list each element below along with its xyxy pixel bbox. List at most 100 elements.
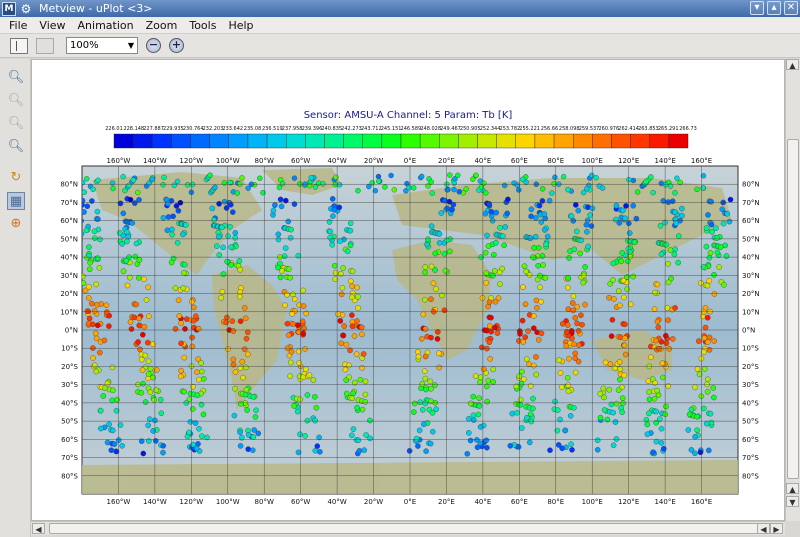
- scatter-point: [346, 362, 352, 369]
- scatter-point: [721, 282, 727, 288]
- scroll-right-icon[interactable]: ▶: [770, 523, 783, 534]
- scatter-point: [663, 340, 670, 346]
- scatter-point: [585, 243, 591, 250]
- colorbar-label: 235.08: [244, 126, 262, 132]
- scatter-point: [281, 253, 288, 259]
- gear-icon[interactable]: ⚙: [19, 2, 33, 16]
- scatter-point: [478, 184, 485, 190]
- scatter-point: [608, 333, 615, 339]
- scroll-up-icon-lower[interactable]: ▲: [786, 483, 799, 494]
- scatter-point: [173, 203, 180, 209]
- minimize-icon[interactable]: ▾: [750, 1, 764, 15]
- scatter-point: [347, 220, 354, 226]
- zoom-in-tool-icon[interactable]: 🔍︎: [7, 92, 25, 110]
- scatter-point: [565, 382, 572, 388]
- close-icon[interactable]: ✕: [784, 1, 798, 15]
- y-tick-label: 60°S: [61, 436, 78, 444]
- scatter-point: [128, 326, 135, 332]
- scroll-down-icon[interactable]: ▼: [786, 496, 799, 507]
- scatter-point: [703, 243, 710, 250]
- y-tick-label: 80°N: [60, 181, 78, 189]
- colorbar-swatch: [400, 133, 421, 149]
- scatter-point: [616, 359, 623, 365]
- scatter-point: [421, 421, 427, 428]
- vertical-scrollbar[interactable]: ▲ ▲ ▼: [785, 59, 800, 521]
- menu-animation[interactable]: Animation: [72, 19, 140, 32]
- horizontal-scroll-thumb[interactable]: [49, 523, 763, 534]
- scatter-point: [178, 367, 184, 374]
- scatter-point: [479, 295, 486, 301]
- scatter-point: [127, 319, 134, 325]
- scatter-point: [216, 252, 223, 258]
- zoom-out-icon[interactable]: −: [146, 38, 161, 53]
- menu-help[interactable]: Help: [222, 19, 259, 32]
- metview-app-icon[interactable]: M: [2, 1, 16, 16]
- vertical-scroll-thumb[interactable]: [787, 139, 799, 479]
- scatter-point: [568, 213, 575, 219]
- scatter-point: [522, 334, 528, 340]
- plot-canvas[interactable]: Sensor: AMSU-A Channel: 5 Param: Tb [K] …: [31, 59, 785, 521]
- x-tick-label-top: 140°W: [143, 157, 167, 165]
- scatter-point: [349, 323, 356, 329]
- globe-icon[interactable]: ⊕: [7, 215, 25, 233]
- scatter-point: [245, 432, 252, 438]
- scatter-point: [601, 407, 608, 413]
- scatter-point: [291, 403, 297, 409]
- scatter-point: [89, 321, 96, 328]
- scatter-point: [200, 376, 207, 382]
- data-probe-icon[interactable]: ↻: [7, 169, 25, 187]
- scatter-point: [158, 410, 165, 416]
- scatter-point: [331, 206, 337, 213]
- y-tick-label-right: 70°S: [742, 454, 759, 462]
- scroll-up-icon[interactable]: ▲: [786, 59, 799, 70]
- scroll-left-icon[interactable]: ◀: [32, 523, 45, 534]
- scatter-point: [282, 302, 288, 309]
- scatter-point: [519, 425, 525, 431]
- scatter-point: [692, 434, 698, 440]
- menu-tools[interactable]: Tools: [183, 19, 222, 32]
- scatter-point: [549, 190, 555, 196]
- scatter-point: [528, 418, 535, 425]
- zoom-out-tool-icon[interactable]: 🔍︎: [7, 115, 25, 133]
- zoom-select[interactable]: 100% ▼: [66, 37, 138, 54]
- scatter-point: [430, 280, 437, 287]
- scatter-point: [375, 173, 382, 180]
- magnifier-icon[interactable]: 🔍︎: [7, 69, 25, 87]
- maximize-icon[interactable]: ▴: [767, 1, 781, 15]
- scatter-point: [582, 264, 588, 270]
- colorbar-swatch: [419, 133, 440, 149]
- scatter-point: [552, 398, 558, 405]
- scatter-point: [98, 425, 104, 432]
- scatter-point: [333, 174, 339, 180]
- menu-view[interactable]: View: [33, 19, 71, 32]
- scatter-point: [449, 206, 455, 213]
- layers-icon[interactable]: ▦: [7, 192, 25, 210]
- scroll-left-icon-right[interactable]: ◀: [757, 523, 770, 534]
- scatter-point: [285, 332, 292, 338]
- scatter-point: [86, 315, 93, 322]
- zoom-in-icon[interactable]: +: [169, 38, 184, 53]
- scatter-point: [369, 180, 375, 186]
- colorbar-swatch: [553, 133, 574, 149]
- scatter-point: [349, 294, 355, 300]
- y-tick-label-right: 20°N: [742, 290, 760, 298]
- zoom-area-icon[interactable]: 🔍︎: [7, 138, 25, 156]
- scatter-point: [337, 318, 344, 324]
- scatter-point: [136, 197, 142, 203]
- scatter-point: [145, 358, 152, 365]
- scatter-point: [127, 196, 134, 203]
- scatter-point: [663, 403, 669, 410]
- horizontal-scrollbar[interactable]: ◀ ◀ ▶: [31, 521, 785, 535]
- menu-file[interactable]: File: [3, 19, 33, 32]
- scatter-point: [442, 267, 449, 274]
- frame-icon[interactable]: [36, 37, 54, 54]
- scatter-point: [237, 266, 243, 273]
- layout-icon[interactable]: [10, 37, 28, 54]
- scatter-point: [165, 214, 172, 220]
- scatter-point: [237, 365, 244, 371]
- scatter-point: [230, 356, 237, 363]
- scatter-point: [557, 370, 564, 376]
- menu-zoom[interactable]: Zoom: [140, 19, 184, 32]
- scatter-point: [228, 244, 234, 250]
- scatter-point: [706, 334, 713, 341]
